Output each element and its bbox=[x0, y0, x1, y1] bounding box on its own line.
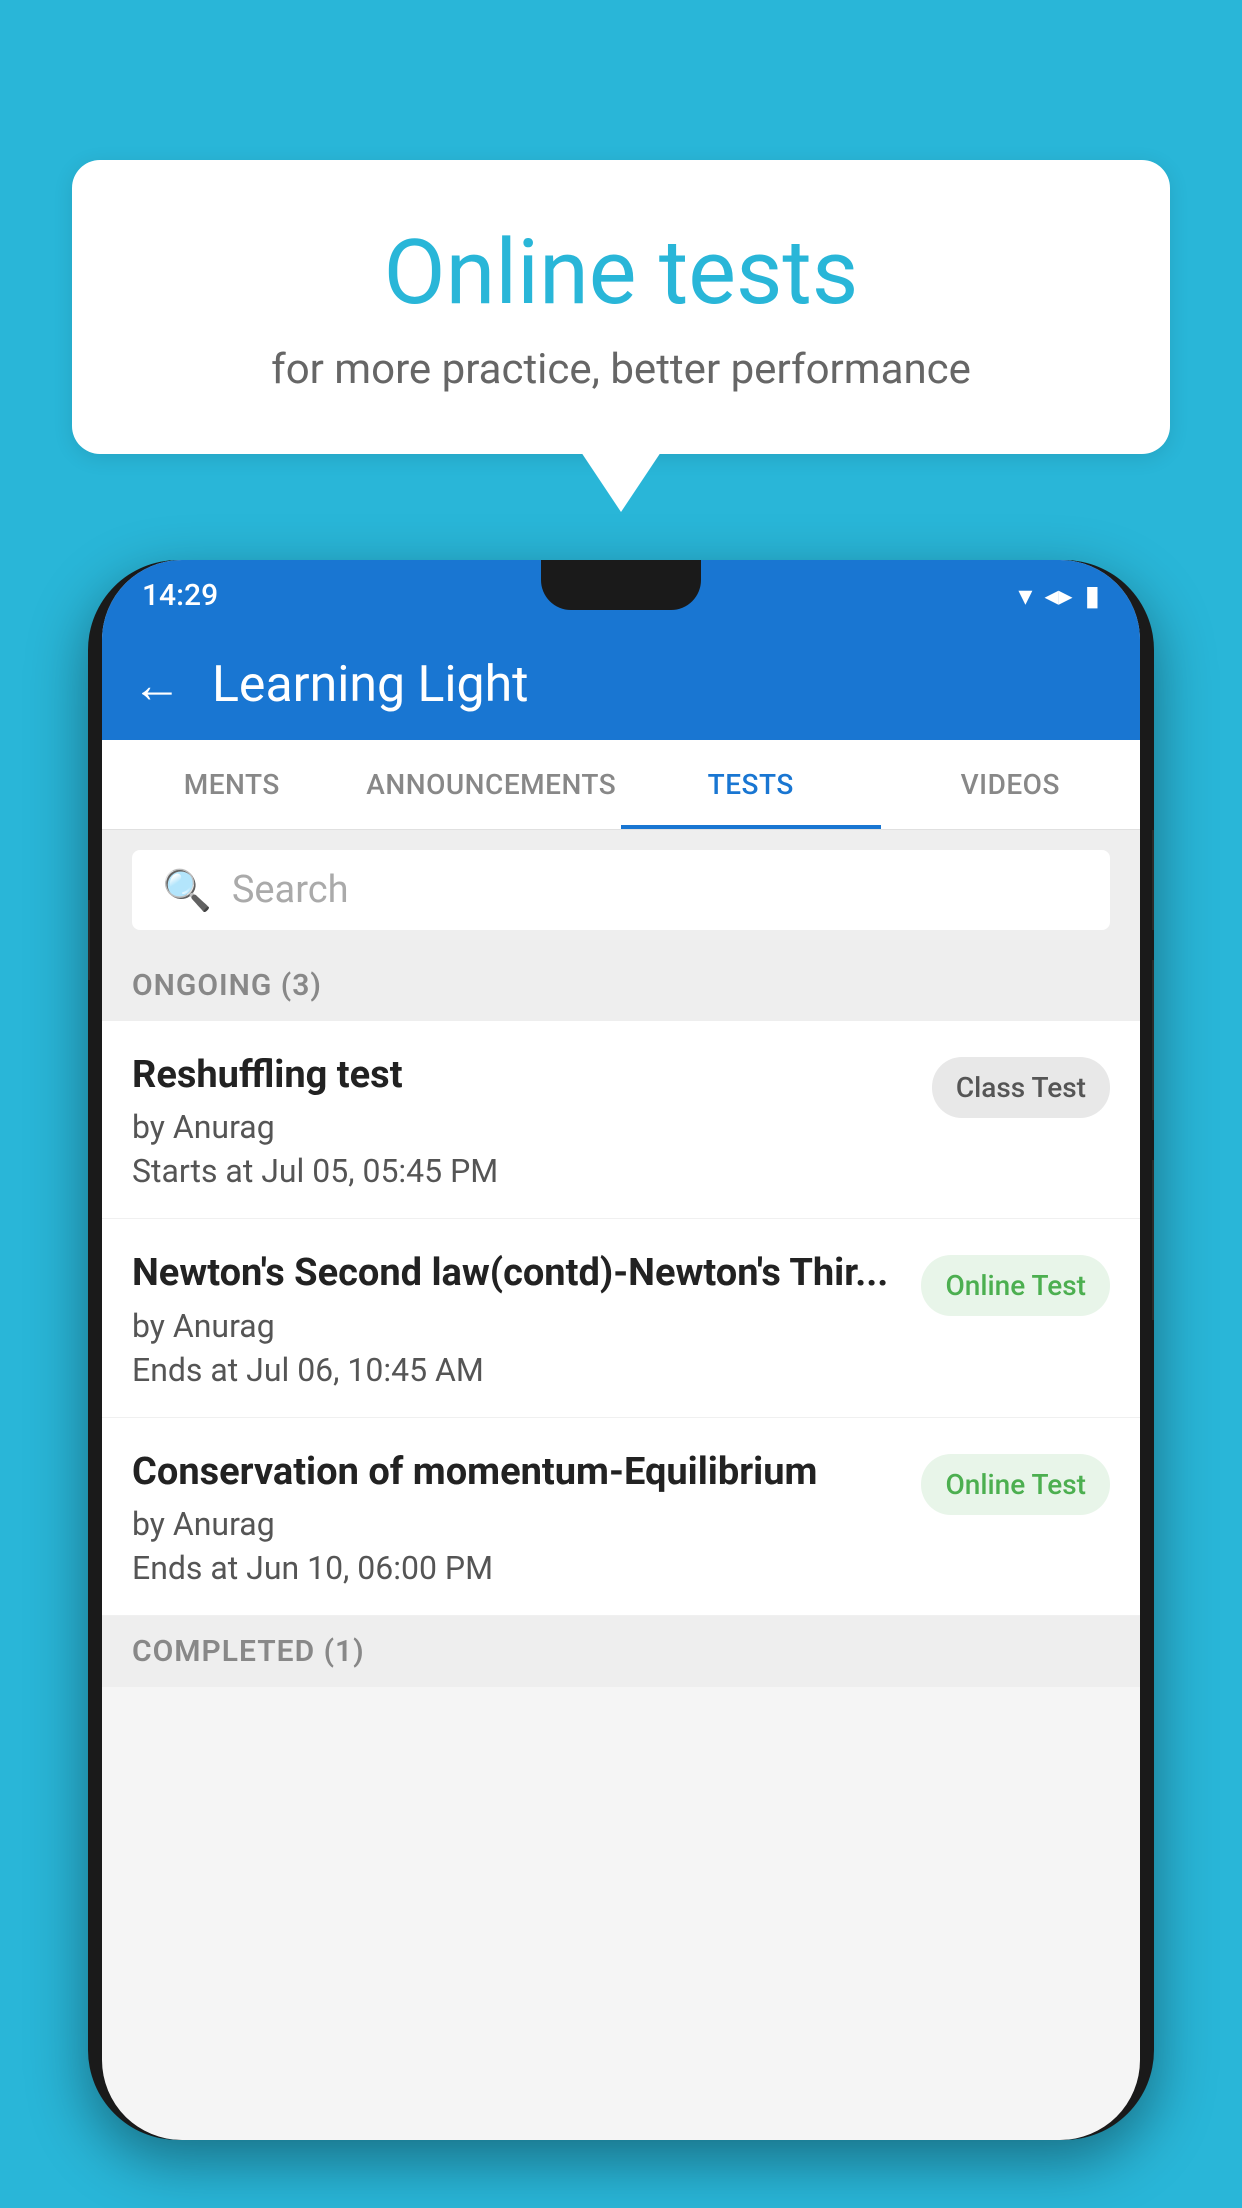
search-input[interactable]: Search bbox=[232, 868, 349, 912]
test-title-reshuffling: Reshuffling test bbox=[132, 1051, 912, 1100]
test-title-newton: Newton's Second law(contd)-Newton's Thir… bbox=[132, 1249, 901, 1298]
speech-bubble-tail bbox=[581, 452, 661, 512]
app-bar: ← Learning Light bbox=[102, 630, 1140, 740]
volume-up-button[interactable] bbox=[1152, 960, 1154, 1120]
test-item-reshuffling[interactable]: Reshuffling test by Anurag Starts at Jul… bbox=[102, 1021, 1140, 1219]
test-badge-newton: Online Test bbox=[921, 1255, 1110, 1316]
completed-section-header: COMPLETED (1) bbox=[102, 1616, 1140, 1687]
search-bar[interactable]: 🔍 Search bbox=[132, 850, 1110, 930]
test-time-reshuffling: Starts at Jul 05, 05:45 PM bbox=[132, 1152, 912, 1190]
ongoing-section-header: ONGOING (3) bbox=[102, 950, 1140, 1021]
ongoing-label: ONGOING (3) bbox=[132, 968, 322, 1003]
test-info-reshuffling: Reshuffling test by Anurag Starts at Jul… bbox=[132, 1051, 932, 1190]
test-info-newton: Newton's Second law(contd)-Newton's Thir… bbox=[132, 1249, 921, 1388]
test-author-reshuffling: by Anurag bbox=[132, 1108, 912, 1146]
test-time-conservation: Ends at Jun 10, 06:00 PM bbox=[132, 1549, 901, 1587]
notch bbox=[541, 560, 701, 610]
test-badge-reshuffling: Class Test bbox=[932, 1057, 1110, 1118]
test-badge-conservation: Online Test bbox=[921, 1454, 1110, 1515]
status-icons: ▾ ◂▸ ▮ bbox=[1018, 579, 1100, 612]
speech-bubble-subtitle: for more practice, better performance bbox=[152, 345, 1090, 394]
phone-screen: 14:29 ▾ ◂▸ ▮ ← Learning Light MENTS ANNO… bbox=[102, 560, 1140, 2140]
test-info-conservation: Conservation of momentum-Equilibrium by … bbox=[132, 1448, 921, 1587]
status-time: 14:29 bbox=[142, 578, 218, 613]
tests-list: Reshuffling test by Anurag Starts at Jul… bbox=[102, 1021, 1140, 1616]
tab-ments[interactable]: MENTS bbox=[102, 740, 362, 829]
tabs-bar: MENTS ANNOUNCEMENTS TESTS VIDEOS bbox=[102, 740, 1140, 830]
back-button[interactable]: ← bbox=[132, 656, 182, 715]
tab-videos[interactable]: VIDEOS bbox=[881, 740, 1141, 829]
app-bar-title: Learning Light bbox=[212, 656, 529, 714]
phone-wrapper: 14:29 ▾ ◂▸ ▮ ← Learning Light MENTS ANNO… bbox=[88, 560, 1154, 2208]
power-button[interactable] bbox=[1152, 830, 1154, 930]
test-time-newton: Ends at Jul 06, 10:45 AM bbox=[132, 1351, 901, 1389]
tab-announcements[interactable]: ANNOUNCEMENTS bbox=[362, 740, 622, 829]
battery-icon: ▮ bbox=[1085, 579, 1100, 612]
test-author-newton: by Anurag bbox=[132, 1307, 901, 1345]
test-title-conservation: Conservation of momentum-Equilibrium bbox=[132, 1448, 901, 1497]
test-author-conservation: by Anurag bbox=[132, 1505, 901, 1543]
signal-icon: ◂▸ bbox=[1044, 579, 1072, 612]
phone-frame: 14:29 ▾ ◂▸ ▮ ← Learning Light MENTS ANNO… bbox=[88, 560, 1154, 2140]
test-item-conservation[interactable]: Conservation of momentum-Equilibrium by … bbox=[102, 1418, 1140, 1616]
tab-tests[interactable]: TESTS bbox=[621, 740, 881, 829]
speech-bubble: Online tests for more practice, better p… bbox=[72, 160, 1170, 454]
wifi-icon: ▾ bbox=[1018, 579, 1032, 612]
volume-down-button-2[interactable] bbox=[1152, 1160, 1154, 1320]
speech-bubble-title: Online tests bbox=[152, 220, 1090, 325]
search-bar-container: 🔍 Search bbox=[102, 830, 1140, 950]
test-item-newton[interactable]: Newton's Second law(contd)-Newton's Thir… bbox=[102, 1219, 1140, 1417]
completed-label: COMPLETED (1) bbox=[132, 1634, 365, 1669]
search-icon: 🔍 bbox=[162, 867, 212, 914]
speech-bubble-container: Online tests for more practice, better p… bbox=[72, 160, 1170, 512]
volume-down-button[interactable] bbox=[88, 900, 90, 980]
